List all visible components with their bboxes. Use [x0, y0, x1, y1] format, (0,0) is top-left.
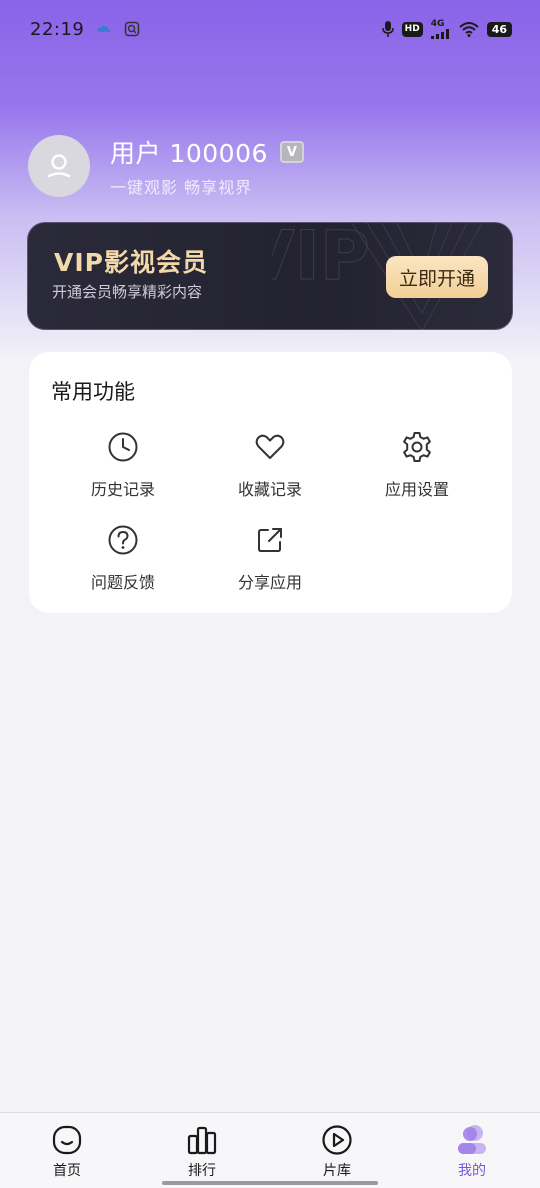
history-label: 历史记录 [90, 480, 155, 499]
settings-label: 应用设置 [384, 480, 449, 499]
gear-icon [403, 432, 431, 462]
play-icon [322, 1125, 352, 1155]
vip-watermark-text: VIP [272, 223, 370, 296]
nav-item-library[interactable]: 片库 [292, 1123, 382, 1180]
history-button[interactable]: 历史记录 [63, 430, 183, 510]
feedback-label: 问题反馈 [90, 573, 155, 592]
nav-label-mine: 我的 [458, 1163, 486, 1179]
favorites-button[interactable]: 收藏记录 [210, 430, 330, 510]
network-type: 4G [430, 18, 445, 29]
nav-label-library: 片库 [323, 1163, 351, 1179]
avatar[interactable] [28, 135, 90, 197]
feedback-button[interactable]: 问题反馈 [63, 523, 183, 603]
status-bar: 22:19 HD 4G 46 [0, 0, 540, 58]
battery-level: 46 [486, 21, 512, 37]
section-title: 常用功能 [51, 380, 135, 404]
favorites-label: 收藏记录 [237, 480, 302, 499]
share-app-label: 分享应用 [237, 573, 302, 592]
help-icon [108, 525, 138, 555]
home-indicator[interactable] [162, 1181, 378, 1185]
hd-badge: HD [401, 21, 423, 37]
cloud-icon [97, 25, 111, 32]
chart-icon [187, 1126, 217, 1155]
clock-icon [108, 432, 138, 462]
share-app-button[interactable]: 分享应用 [210, 523, 330, 603]
microphone-icon [381, 21, 394, 37]
vip-banner[interactable]: VIP VIP影视会员 开通会员畅享精彩内容 立即开通 [27, 222, 513, 330]
vip-level-badge: V [279, 141, 304, 163]
profile-icon [458, 1125, 486, 1154]
search-app-icon [125, 21, 140, 37]
nav-label-ranking: 排行 [188, 1163, 216, 1179]
settings-button[interactable]: 应用设置 [357, 430, 477, 510]
username: 用户 100006 [110, 139, 268, 168]
profile-tagline: 一键观影 畅享视界 [110, 178, 253, 197]
home-icon [52, 1125, 82, 1155]
status-time: 22:19 [30, 18, 85, 40]
heart-icon [255, 434, 285, 459]
bottom-navigation: 首页 排行 片库 我的 [0, 1112, 540, 1188]
signal-bars-icon [430, 28, 449, 39]
nav-item-home[interactable]: 首页 [22, 1123, 112, 1180]
nav-item-ranking[interactable]: 排行 [157, 1123, 247, 1180]
wifi-icon [459, 22, 479, 37]
vip-subtitle: 开通会员畅享精彩内容 [52, 283, 203, 301]
activate-vip-button[interactable]: 立即开通 [386, 256, 488, 298]
share-icon [258, 528, 282, 552]
profile-section[interactable]: 用户 100006 V 一键观影 畅享视界 [28, 134, 304, 198]
signal-indicator: 4G [430, 18, 451, 39]
default-avatar-icon [47, 154, 71, 178]
nav-label-home: 首页 [53, 1163, 81, 1179]
nav-item-mine[interactable]: 我的 [427, 1123, 517, 1180]
vip-title: VIP影视会员 [54, 248, 208, 277]
common-functions-card: 常用功能 历史记录 收藏记录 应用设置 问题反馈 分享应用 [29, 352, 512, 613]
